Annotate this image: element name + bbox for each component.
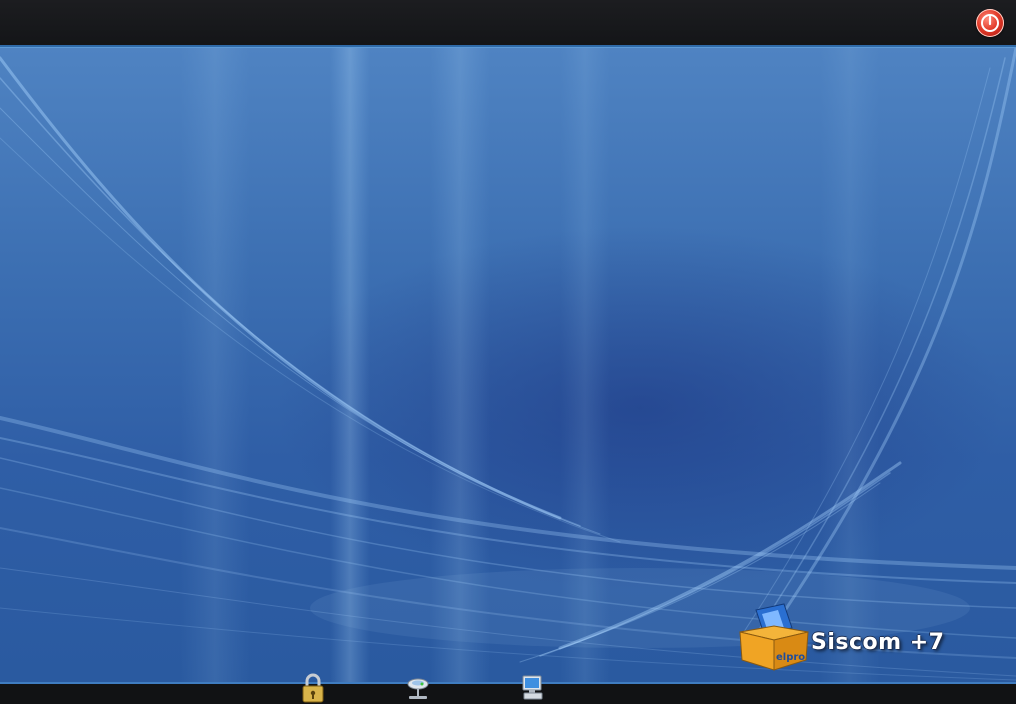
network-icon: [407, 678, 429, 699]
power-icon: [981, 14, 999, 32]
top-bar: [0, 0, 1016, 48]
brand-title: Siscom +7: [811, 630, 945, 655]
taskbar-lock-button[interactable]: [300, 672, 326, 704]
taskbar-computer-button[interactable]: [520, 672, 546, 704]
siscom-logo: elpro Siscom +7: [734, 600, 944, 672]
lock-icon: [302, 673, 324, 703]
wallpaper-waves: [0, 48, 1016, 682]
taskbar-network-button[interactable]: [405, 672, 431, 704]
computer-icon: [522, 675, 543, 700]
screen: elpro Siscom +7: [0, 0, 1016, 704]
box-label: elpro: [776, 652, 805, 663]
desktop-wallpaper: [0, 48, 1016, 682]
elpro-box-icon: elpro: [739, 603, 809, 671]
power-button[interactable]: [976, 9, 1004, 37]
taskbar: [0, 673, 1016, 704]
